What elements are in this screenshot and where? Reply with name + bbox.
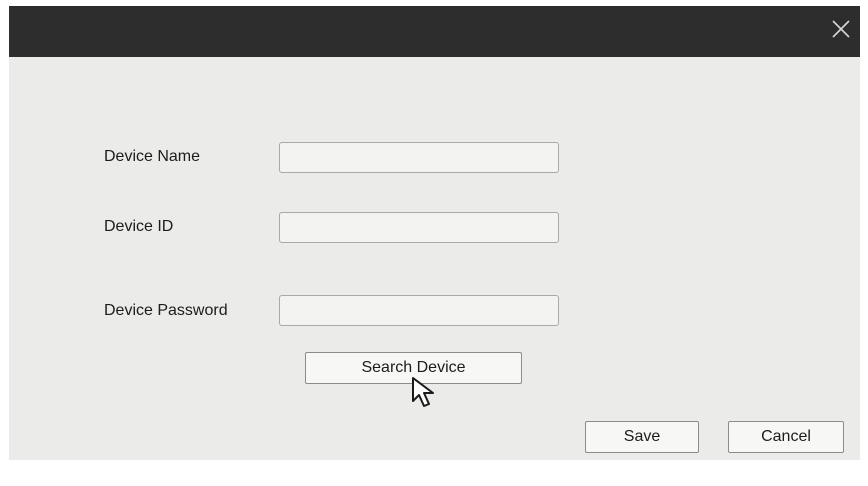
close-button[interactable]	[826, 14, 856, 44]
device-dialog: Device Name Device ID Device Password Se…	[9, 6, 860, 460]
save-button[interactable]: Save	[585, 421, 699, 453]
device-id-field[interactable]	[279, 212, 559, 243]
device-password-label: Device Password	[104, 302, 228, 319]
device-name-field[interactable]	[279, 142, 559, 173]
close-icon	[832, 20, 850, 38]
device-password-field[interactable]	[279, 295, 559, 326]
search-device-button[interactable]: Search Device	[305, 352, 522, 384]
device-name-label: Device Name	[104, 148, 201, 165]
cancel-button[interactable]: Cancel	[728, 421, 844, 453]
device-id-label: Device ID	[104, 218, 174, 235]
title-bar	[9, 6, 860, 57]
